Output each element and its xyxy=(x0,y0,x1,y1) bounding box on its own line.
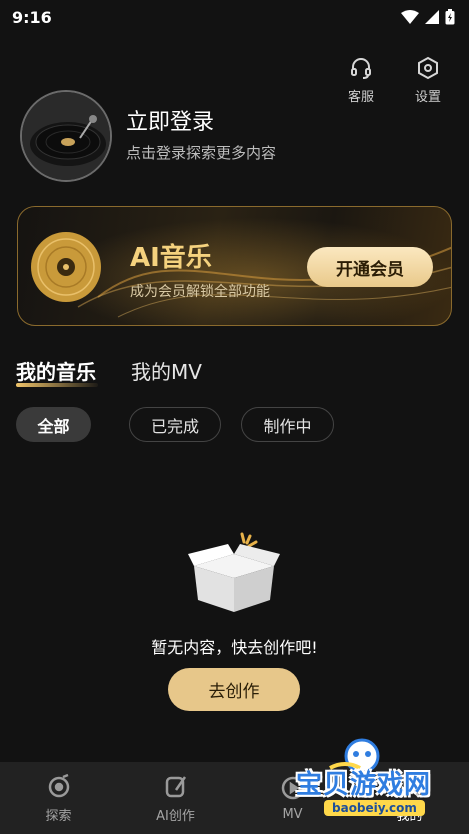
battery-icon xyxy=(445,9,455,25)
filter-in-progress[interactable]: 制作中 xyxy=(241,407,334,442)
login-title[interactable]: 立即登录 xyxy=(126,104,214,136)
headset-icon xyxy=(351,58,371,79)
vip-title: AI音乐 xyxy=(130,243,212,273)
record-player-image xyxy=(22,92,110,180)
filter-all[interactable]: 全部 xyxy=(16,407,91,442)
settings-button[interactable]: 设置 xyxy=(404,56,452,105)
login-subtitle: 点击登录探索更多内容 xyxy=(126,144,277,162)
gold-record-icon xyxy=(31,232,101,302)
wifi-icon xyxy=(401,10,419,24)
status-time: 9:16 xyxy=(12,7,52,27)
tab-my-music[interactable]: 我的音乐 xyxy=(16,356,96,385)
filter-completed[interactable]: 已完成 xyxy=(129,407,221,442)
status-bar: 9:16 xyxy=(0,0,469,34)
settings-label: 设置 xyxy=(414,90,441,105)
nav-ai-create-label: AI创作 xyxy=(156,808,195,824)
explore-icon xyxy=(48,773,69,797)
customer-service-label: 客服 xyxy=(347,90,374,105)
watermark-text: 宝贝游戏网 xyxy=(296,770,432,800)
signal-icon xyxy=(425,10,439,24)
nav-explore-label: 探索 xyxy=(45,808,72,824)
vip-banner[interactable]: AI音乐 成为会员解锁全部功能 开通会员 xyxy=(17,206,452,326)
open-vip-button[interactable]: 开通会员 xyxy=(307,247,433,287)
empty-message: 暂无内容，快去创作吧! xyxy=(151,638,318,657)
empty-box-icon xyxy=(188,532,280,612)
customer-service-button[interactable]: 客服 xyxy=(337,56,385,105)
settings-icon xyxy=(418,56,438,80)
tab-my-mv[interactable]: 我的MV xyxy=(131,356,202,385)
ai-create-icon xyxy=(165,775,186,797)
avatar[interactable] xyxy=(20,90,112,182)
go-create-button[interactable]: 去创作 xyxy=(168,668,300,711)
nav-ai-create[interactable]: AI创作 xyxy=(117,762,234,834)
tab-active-indicator xyxy=(16,383,98,387)
nav-explore[interactable]: 探索 xyxy=(0,762,117,834)
vip-subtitle: 成为会员解锁全部功能 xyxy=(130,284,270,300)
watermark-url: baobeiy.com xyxy=(324,800,425,816)
status-icons xyxy=(401,9,455,25)
